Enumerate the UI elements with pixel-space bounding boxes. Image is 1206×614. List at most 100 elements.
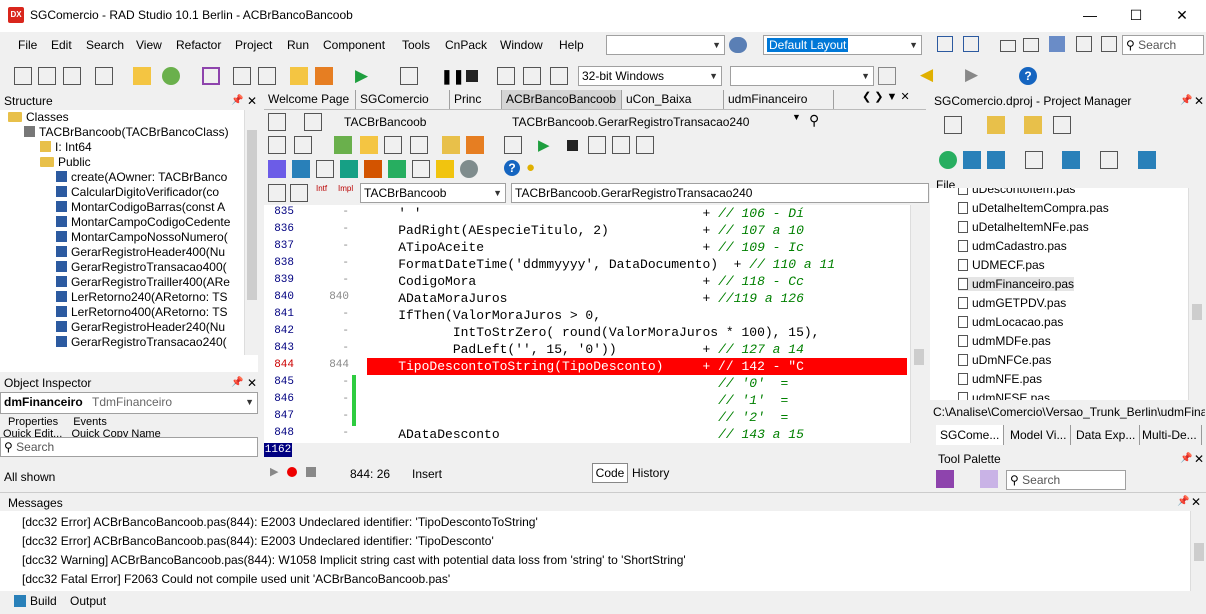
class-combo[interactable]: TACBrBancoob ▼ <box>360 183 506 203</box>
search-icon[interactable]: ⚲ <box>809 112 819 129</box>
folder-remove-icon[interactable] <box>466 136 484 154</box>
intf-icon[interactable]: Intf <box>316 184 327 193</box>
messages-pin-icon[interactable]: 📌 <box>1177 496 1189 507</box>
collapse-icon[interactable] <box>987 151 1005 169</box>
add-icon[interactable] <box>162 67 180 85</box>
cursor-icon[interactable] <box>95 67 113 85</box>
project-tab[interactable]: Model Vi... <box>1006 425 1072 445</box>
folder-add-icon[interactable] <box>442 136 460 154</box>
view-form-icon[interactable] <box>268 136 286 154</box>
tools-icon[interactable] <box>340 160 358 178</box>
open-file-icon[interactable] <box>38 67 56 85</box>
tree-item[interactable]: I: Int64 <box>40 140 92 154</box>
tree-item[interactable]: MontarCampoCodigoCedente <box>56 215 230 229</box>
build-all-icon[interactable] <box>1138 151 1156 169</box>
save-all-icon[interactable] <box>233 67 251 85</box>
database-icon[interactable] <box>292 160 310 178</box>
save-unit-icon[interactable] <box>384 136 402 154</box>
messages-scrollbar[interactable] <box>1190 511 1206 591</box>
project-close-icon[interactable]: ✕ <box>1194 94 1204 108</box>
project-file-item[interactable]: udmGETPDV.pas <box>958 296 1066 310</box>
editor-tab[interactable]: Welcome Page <box>264 90 356 109</box>
impl-icon[interactable]: Impl <box>338 184 353 193</box>
activate-icon[interactable] <box>944 116 962 134</box>
inspector-object-combo[interactable]: dmFinanceiro TdmFinanceiro ▼ <box>0 392 258 414</box>
new-file-icon[interactable] <box>14 67 32 85</box>
return-icon[interactable] <box>636 136 654 154</box>
tab-scroll-arrows[interactable]: ❮ ❯ ▼ ✕ <box>862 90 910 103</box>
config-combo[interactable]: ▼ <box>606 35 725 55</box>
refresh-icon[interactable] <box>878 67 896 85</box>
save-icon[interactable] <box>202 67 220 85</box>
ide-search-input[interactable]: ⚲ Search <box>1122 35 1204 55</box>
play-icon[interactable]: ▶ <box>270 465 278 478</box>
code-line[interactable]: ' ' + // 106 - Dí <box>367 205 907 222</box>
forward-arrow-icon[interactable]: ▶ <box>965 65 978 85</box>
project-scrollbar[interactable] <box>1188 188 1205 400</box>
events-tab[interactable]: Events <box>73 416 107 428</box>
code-vscrollbar[interactable] <box>910 205 927 443</box>
tree-item[interactable]: CalcularDigitoVerificador(co <box>56 185 219 199</box>
globe-icon[interactable] <box>729 37 747 53</box>
menu-edit[interactable]: Edit <box>51 38 72 52</box>
menu-view[interactable]: View <box>136 38 162 52</box>
code-editor[interactable]: 835 - ' ' + // 106 - Dí 836 - PadRight(AEsp… <box>264 205 916 443</box>
project-file-item[interactable]: uDetalheItemNFe.pas <box>958 220 1089 234</box>
tree-item[interactable]: Classes <box>8 110 69 124</box>
sync-icon[interactable] <box>939 151 957 169</box>
help-icon[interactable]: ? <box>1019 67 1037 85</box>
project-file-item[interactable]: uDmNFCe.pas <box>958 353 1051 367</box>
expand-icon[interactable] <box>963 151 981 169</box>
project-file-item[interactable]: udmCadastro.pas <box>958 239 1067 253</box>
code-line[interactable]: CodigoMora + // 118 - Cc <box>367 273 907 290</box>
project-file-item[interactable]: uDescontoItem.pas <box>958 188 1075 196</box>
method-combo[interactable]: TACBrBancoob.GerarRegistroTransacao240 <box>511 183 929 203</box>
panel-close-icon[interactable]: ✕ <box>247 94 257 108</box>
edit-icon[interactable] <box>316 160 334 178</box>
run-icon[interactable]: ▶ <box>538 136 550 154</box>
toggle-form-icon[interactable] <box>294 136 312 154</box>
desktop-icon[interactable] <box>963 36 979 52</box>
palette-close-icon[interactable]: ✕ <box>1194 452 1204 466</box>
step-icon[interactable] <box>612 136 630 154</box>
tree-item[interactable]: create(AOwner: TACBrBanco <box>56 170 227 184</box>
options-icon[interactable] <box>504 136 522 154</box>
tree-item[interactable]: Public <box>40 155 91 169</box>
pin-icon[interactable]: 📌 <box>231 95 243 106</box>
stop-icon[interactable] <box>567 140 578 151</box>
message-item[interactable]: [dcc32 Warning] ACBrBancoBancoob.pas(844… <box>22 553 686 567</box>
code-hscrollbar[interactable] <box>292 445 910 457</box>
close-button[interactable]: ✕ <box>1159 0 1205 30</box>
code-line[interactable]: PadLeft('', 15, '0')) + // 127 a 14 <box>367 341 907 358</box>
new-unit-icon[interactable] <box>334 136 352 154</box>
step-out-icon[interactable] <box>550 67 568 85</box>
step-over-icon[interactable] <box>523 67 541 85</box>
project-file-item[interactable]: UDMECF.pas <box>958 258 1045 272</box>
code-line[interactable]: PadRight(AEspecieTitulo, 2) + // 107 a 1… <box>367 222 907 239</box>
project-file-item[interactable]: udmFinanceiro.pas <box>958 277 1075 291</box>
window-icon[interactable] <box>1023 38 1039 52</box>
code-line[interactable]: ATipoAceite + // 109 - Ic <box>367 239 907 256</box>
editor-tab[interactable]: Princ <box>450 90 502 109</box>
gear-icon[interactable] <box>460 160 478 178</box>
history-tab[interactable]: History <box>632 466 669 480</box>
grid-icon[interactable] <box>1101 36 1117 52</box>
layout-combo[interactable]: Default Layout ▼ <box>763 35 922 55</box>
project-file-item[interactable]: uDetalheItemCompra.pas <box>958 201 1109 215</box>
code-line[interactable]: // '1' = <box>367 392 907 409</box>
project-pin-icon[interactable]: 📌 <box>1180 95 1192 106</box>
project-tab[interactable]: SGCome... <box>936 425 1005 445</box>
tree-item[interactable]: MontarCodigoBarras(const A <box>56 200 225 214</box>
categories-icon[interactable] <box>936 470 954 488</box>
printer-icon[interactable] <box>304 113 322 131</box>
menu-run[interactable]: Run <box>287 38 309 52</box>
code-line[interactable]: // '0' = <box>367 375 907 392</box>
tree-item[interactable]: GerarRegistroHeader240(Nu <box>56 320 225 334</box>
menu-cnpack[interactable]: CnPack <box>445 38 487 52</box>
project-file-item[interactable]: udmLocacao.pas <box>958 315 1063 329</box>
method-dropdown-arrow[interactable]: ▼ <box>792 112 801 122</box>
code-line[interactable]: TipoDescontoToString(TipoDesconto) + // … <box>367 358 907 375</box>
menu-refactor[interactable]: Refactor <box>176 38 221 52</box>
structure-scrollbar[interactable] <box>244 110 259 355</box>
tree-item[interactable]: TACBrBancoob(TACBrBancoClass) <box>24 125 229 139</box>
